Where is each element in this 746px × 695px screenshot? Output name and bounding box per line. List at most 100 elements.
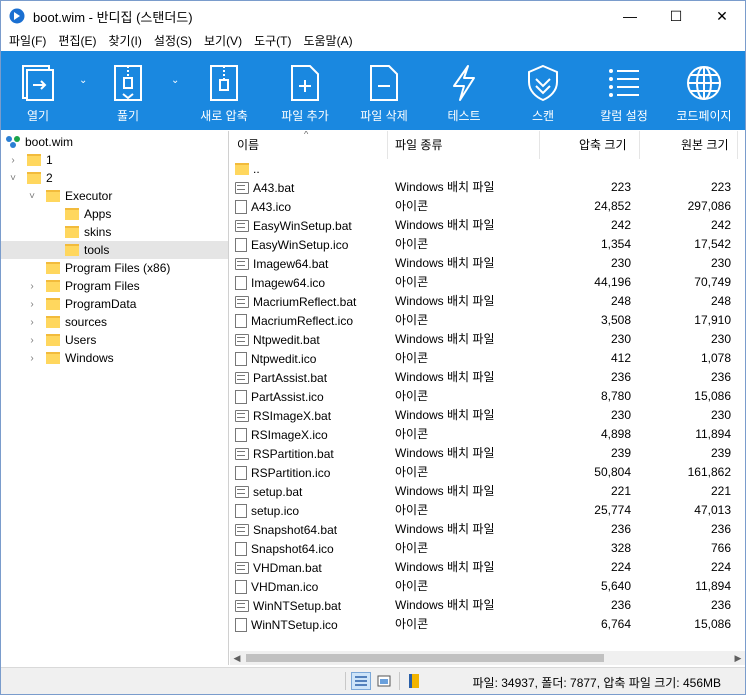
tree-item[interactable]: › ProgramData bbox=[1, 295, 228, 313]
column-settings-label: 칼럼 설정 bbox=[600, 109, 648, 123]
archive-info-icon[interactable] bbox=[404, 672, 424, 690]
window-title: boot.wim - 반디집 (스탠더드) bbox=[33, 9, 193, 25]
file-row[interactable]: EasyWinSetup.ico 아이콘 1,354 17,542 bbox=[229, 235, 745, 254]
file-row[interactable]: setup.bat Windows 배치 파일 221 221 bbox=[229, 482, 745, 501]
chevron-down-icon[interactable]: ˅ bbox=[7, 173, 19, 184]
file-row[interactable]: RSPartition.bat Windows 배치 파일 239 239 bbox=[229, 444, 745, 463]
tree-item[interactable]: › Windows bbox=[1, 349, 228, 367]
file-row[interactable]: MacriumReflect.bat Windows 배치 파일 248 248 bbox=[229, 292, 745, 311]
file-row[interactable]: WinNTSetup.ico 아이콘 6,764 15,086 bbox=[229, 615, 745, 634]
file-row[interactable]: RSImageX.ico 아이콘 4,898 11,894 bbox=[229, 425, 745, 444]
minimize-button[interactable]: — bbox=[607, 1, 653, 31]
maximize-button[interactable]: ☐ bbox=[653, 1, 699, 31]
tree-item[interactable]: ˅ 2 bbox=[1, 169, 228, 187]
details-view-icon[interactable] bbox=[351, 672, 371, 690]
menu-edit[interactable]: 편집(E) bbox=[52, 31, 102, 51]
tree-item[interactable]: skins bbox=[1, 223, 228, 241]
chevron-right-icon[interactable]: › bbox=[26, 335, 38, 346]
file-row[interactable]: Imagew64.bat Windows 배치 파일 230 230 bbox=[229, 254, 745, 273]
folder-icon bbox=[46, 280, 60, 292]
scan-label: 스캔 bbox=[531, 109, 555, 123]
chevron-right-icon[interactable]: › bbox=[26, 299, 38, 310]
chevron-right-icon[interactable]: › bbox=[26, 353, 38, 364]
parent-dir-row[interactable]: .. bbox=[229, 159, 745, 178]
add-file-button[interactable]: 파일 추가 bbox=[277, 51, 333, 130]
column-divider[interactable] bbox=[387, 131, 388, 159]
file-row[interactable]: VHDman.ico 아이콘 5,640 11,894 bbox=[229, 577, 745, 596]
tree-item[interactable]: Program Files (x86) bbox=[1, 259, 228, 277]
scan-button[interactable]: 스캔 bbox=[520, 51, 566, 130]
chevron-right-icon[interactable]: › bbox=[7, 155, 19, 166]
menu-file[interactable]: 파일(F) bbox=[3, 31, 52, 51]
delete-file-button[interactable]: 파일 삭제 bbox=[356, 51, 412, 130]
column-divider[interactable] bbox=[639, 131, 640, 159]
new-archive-label: 새로 압축 bbox=[200, 109, 248, 123]
file-row[interactable]: MacriumReflect.ico 아이콘 3,508 17,910 bbox=[229, 311, 745, 330]
tree-item[interactable]: › 1 bbox=[1, 151, 228, 169]
thumbnail-view-icon[interactable] bbox=[374, 672, 394, 690]
scroll-left-arrow-icon[interactable]: ◀ bbox=[230, 651, 244, 665]
file-row[interactable]: Imagew64.ico 아이콘 44,196 70,749 bbox=[229, 273, 745, 292]
column-header-original-size[interactable]: 원본 크기 bbox=[681, 131, 729, 159]
column-settings-button[interactable]: 칼럼 설정 bbox=[595, 51, 653, 130]
codepage-button[interactable]: 코드페이지 bbox=[671, 51, 737, 130]
file-row[interactable]: Ntpwedit.bat Windows 배치 파일 230 230 bbox=[229, 330, 745, 349]
close-button[interactable]: ✕ bbox=[699, 1, 745, 31]
menu-settings[interactable]: 설정(S) bbox=[148, 31, 198, 51]
column-header-name[interactable]: 이름 bbox=[237, 131, 259, 159]
file-row[interactable]: WinNTSetup.bat Windows 배치 파일 236 236 bbox=[229, 596, 745, 615]
original-size: 15,086 bbox=[694, 389, 731, 403]
file-row[interactable]: RSImageX.bat Windows 배치 파일 230 230 bbox=[229, 406, 745, 425]
test-button[interactable]: 테스트 bbox=[441, 51, 487, 130]
column-header-compressed-size[interactable]: 압축 크기 bbox=[579, 131, 627, 159]
file-row[interactable]: EasyWinSetup.bat Windows 배치 파일 242 242 bbox=[229, 216, 745, 235]
batch-file-icon bbox=[235, 599, 249, 612]
file-row[interactable]: PartAssist.ico 아이콘 8,780 15,086 bbox=[229, 387, 745, 406]
open-dropdown-chevron-icon[interactable]: ⌄ bbox=[79, 75, 87, 86]
compressed-size: 50,804 bbox=[594, 465, 631, 479]
file-row[interactable]: RSPartition.ico 아이콘 50,804 161,862 bbox=[229, 463, 745, 482]
file-row[interactable]: Snapshot64.ico 아이콘 328 766 bbox=[229, 539, 745, 558]
chevron-down-icon[interactable]: ˅ bbox=[26, 191, 38, 202]
chevron-right-icon[interactable]: › bbox=[26, 281, 38, 292]
folder-icon bbox=[46, 262, 60, 274]
menu-tools[interactable]: 도구(T) bbox=[248, 31, 297, 51]
menu-find[interactable]: 찾기(I) bbox=[102, 31, 147, 51]
extract-button[interactable]: 풀기 bbox=[105, 51, 151, 130]
tree-item[interactable]: Apps bbox=[1, 205, 228, 223]
menu-help[interactable]: 도움말(A) bbox=[297, 31, 358, 51]
list-header: ^ 이름 파일 종류 압축 크기 원본 크기 bbox=[229, 131, 745, 159]
compressed-size: 236 bbox=[610, 598, 631, 612]
zip-extract-icon bbox=[108, 63, 148, 103]
file-row[interactable]: Snapshot64.bat Windows 배치 파일 236 236 bbox=[229, 520, 745, 539]
tree-item[interactable]: tools bbox=[1, 241, 228, 259]
menu-view[interactable]: 보기(V) bbox=[198, 31, 248, 51]
open-button[interactable]: 열기 bbox=[15, 51, 61, 130]
column-divider[interactable] bbox=[539, 131, 540, 159]
scroll-right-arrow-icon[interactable]: ▶ bbox=[731, 651, 745, 665]
tree-item[interactable]: › Program Files bbox=[1, 277, 228, 295]
file-list[interactable]: ^ 이름 파일 종류 압축 크기 원본 크기 .. A43.bat Windows… bbox=[229, 131, 745, 665]
file-row[interactable]: Ntpwedit.ico 아이콘 412 1,078 bbox=[229, 349, 745, 368]
file-row[interactable]: setup.ico 아이콘 25,774 47,013 bbox=[229, 501, 745, 520]
column-header-type[interactable]: 파일 종류 bbox=[395, 131, 443, 159]
tree-root[interactable]: boot.wim bbox=[1, 133, 228, 151]
horizontal-scrollbar[interactable]: ◀ ▶ bbox=[230, 651, 745, 665]
tree-item[interactable]: › Users bbox=[1, 331, 228, 349]
file-type: Windows 배치 파일 bbox=[395, 446, 495, 460]
file-row[interactable]: A43.bat Windows 배치 파일 223 223 bbox=[229, 178, 745, 197]
chevron-right-icon[interactable]: › bbox=[26, 317, 38, 328]
file-row[interactable]: A43.ico 아이콘 24,852 297,086 bbox=[229, 197, 745, 216]
tree-item[interactable]: ˅ Executor bbox=[1, 187, 228, 205]
folder-icon bbox=[46, 316, 60, 328]
file-row[interactable]: VHDman.bat Windows 배치 파일 224 224 bbox=[229, 558, 745, 577]
tree-item[interactable]: › sources bbox=[1, 313, 228, 331]
column-divider[interactable] bbox=[737, 131, 738, 159]
file-type: 아이콘 bbox=[395, 541, 429, 555]
scrollbar-thumb[interactable] bbox=[246, 654, 604, 662]
icon-file-icon bbox=[235, 617, 247, 632]
new-archive-button[interactable]: 새로 압축 bbox=[196, 51, 252, 130]
folder-tree[interactable]: boot.wim › 1 ˅ 2 ˅ Executor Apps skins tools Prog… bbox=[1, 131, 229, 665]
file-row[interactable]: PartAssist.bat Windows 배치 파일 236 236 bbox=[229, 368, 745, 387]
extract-dropdown-chevron-icon[interactable]: ⌄ bbox=[171, 75, 179, 86]
